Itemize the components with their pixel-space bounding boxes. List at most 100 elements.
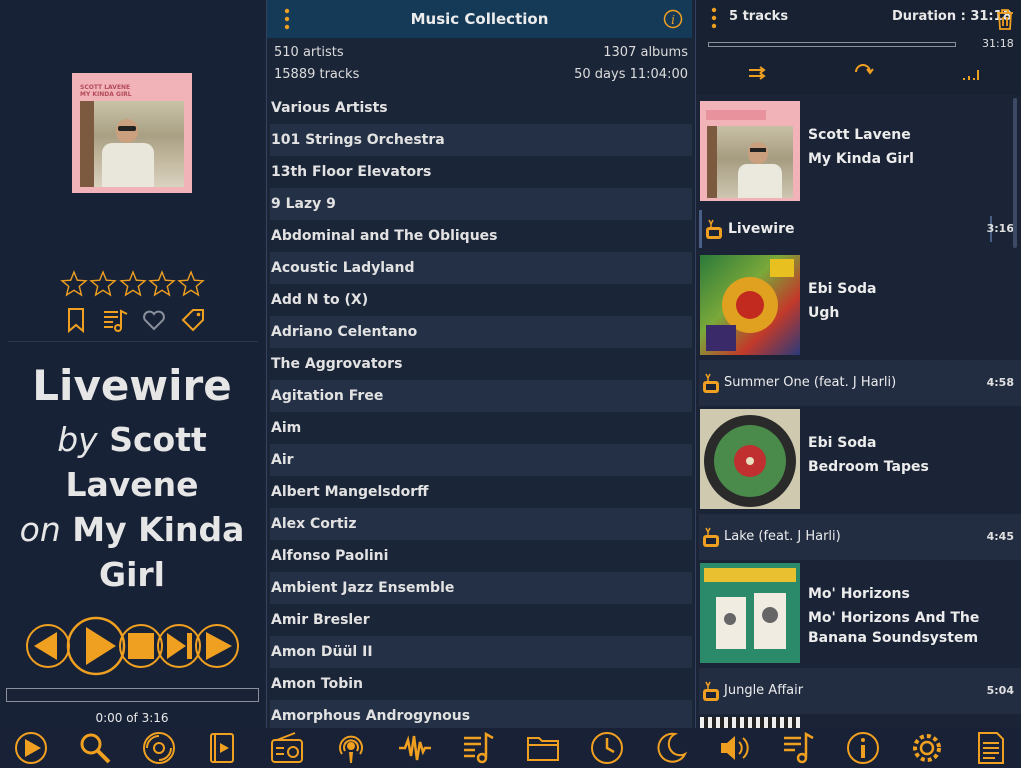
artist-row[interactable]: Add N to (X) bbox=[270, 284, 692, 316]
queue-album[interactable]: Ebi Soda Ugh bbox=[699, 252, 1021, 360]
playlist-add-icon[interactable] bbox=[101, 306, 129, 334]
youtube-icon bbox=[706, 219, 722, 239]
artist-row[interactable]: Air bbox=[270, 444, 692, 476]
trash-icon[interactable] bbox=[996, 8, 1014, 30]
previous-icon[interactable] bbox=[26, 624, 70, 668]
queue-track[interactable]: Summer One (feat. J Harli) 4:58 bbox=[699, 360, 1021, 406]
by-word: by bbox=[57, 420, 98, 459]
queue-artist: Ebi Soda bbox=[808, 281, 877, 297]
play-nav-icon[interactable] bbox=[13, 730, 49, 766]
queue-duration: Duration : 31:18 bbox=[892, 9, 1012, 24]
tag-icon[interactable] bbox=[179, 306, 207, 334]
queue-track-duration: 3:16 bbox=[986, 222, 1014, 235]
star-icon[interactable] bbox=[177, 270, 205, 298]
rating-stars bbox=[60, 270, 205, 300]
info-icon[interactable] bbox=[845, 730, 881, 766]
queue-bar-time: 31:18 bbox=[982, 37, 1014, 50]
queue-album-cover[interactable] bbox=[700, 563, 800, 663]
divider bbox=[8, 341, 258, 342]
artist-row[interactable]: Various Artists bbox=[270, 92, 692, 124]
collection-header: Music Collection i bbox=[267, 0, 692, 38]
queue-album-cover[interactable] bbox=[700, 409, 800, 509]
artist-row[interactable]: 13th Floor Elevators bbox=[270, 156, 692, 188]
document-icon[interactable] bbox=[973, 730, 1009, 766]
artist-row[interactable]: Alex Cortiz bbox=[270, 508, 692, 540]
playback-time: 0:00 of 3:16 bbox=[95, 711, 169, 725]
artist-row[interactable]: Aim bbox=[270, 412, 692, 444]
moon-icon[interactable] bbox=[653, 730, 689, 766]
queue-track-count: 5 tracks bbox=[729, 9, 789, 24]
artist-row[interactable]: Amir Bresler bbox=[270, 604, 692, 636]
playback-progress-bar[interactable] bbox=[6, 688, 259, 702]
star-icon[interactable] bbox=[89, 270, 118, 298]
search-icon[interactable] bbox=[77, 730, 113, 766]
queue-album-cover bbox=[700, 717, 800, 728]
video-icon[interactable] bbox=[205, 730, 241, 766]
on-word: on bbox=[19, 510, 61, 549]
album-count: 1307 albums bbox=[603, 45, 688, 60]
clock-icon[interactable] bbox=[589, 730, 625, 766]
podcast-icon[interactable] bbox=[333, 730, 369, 766]
queue-track-title: Summer One (feat. J Harli) bbox=[724, 375, 897, 390]
queue-panel: 5 tracks Duration : 31:18 31:18 Scott La… bbox=[695, 0, 1021, 728]
playlist-alt-icon[interactable] bbox=[781, 730, 817, 766]
sort-icon[interactable] bbox=[960, 62, 982, 84]
star-icon[interactable] bbox=[147, 270, 176, 298]
artist-row[interactable]: Amon Düül II bbox=[270, 636, 692, 668]
queue-album-title: Ugh bbox=[808, 305, 840, 321]
settings-icon[interactable] bbox=[909, 730, 945, 766]
queue-artist: Mo' Horizons bbox=[808, 586, 910, 602]
queue-scrollbar[interactable] bbox=[1013, 98, 1017, 248]
album-cover[interactable]: SCOTT LAVENE MY KINDA GIRL bbox=[72, 73, 192, 193]
artist-row[interactable]: Amorphous Androgynous bbox=[270, 700, 692, 728]
artist-row[interactable]: Albert Mangelsdorff bbox=[270, 476, 692, 508]
artist-row[interactable]: The Aggrovators bbox=[270, 348, 692, 380]
total-duration: 50 days 11:04:00 bbox=[574, 67, 688, 82]
repeat-icon[interactable] bbox=[852, 62, 874, 84]
now-playing-album[interactable]: My Kinda Girl bbox=[72, 510, 244, 594]
artist-row[interactable]: Abdominal and The Obliques bbox=[270, 220, 692, 252]
artist-row[interactable]: Acoustic Ladyland bbox=[270, 252, 692, 284]
disc-icon[interactable] bbox=[141, 730, 177, 766]
queue-album-title: Bedroom Tapes bbox=[808, 459, 929, 475]
artist-row[interactable]: Agitation Free bbox=[270, 380, 692, 412]
queue-track[interactable]: Lake (feat. J Harli) 4:45 bbox=[699, 514, 1021, 560]
play-icon[interactable] bbox=[66, 616, 126, 676]
collection-menu-icon[interactable] bbox=[281, 8, 293, 30]
queue-artist: Scott Lavene bbox=[808, 127, 911, 143]
queue-list[interactable]: Scott Lavene My Kinda Girl Livewire 3:16 Ebi… bbox=[699, 98, 1021, 728]
queue-album[interactable]: Mo' Horizons Mo' Horizons And The Banana … bbox=[699, 560, 1021, 668]
star-icon[interactable] bbox=[118, 270, 147, 298]
waveform-icon[interactable] bbox=[397, 730, 433, 766]
heart-icon[interactable] bbox=[140, 306, 168, 334]
now-playing-title: Livewire bbox=[32, 361, 232, 410]
radio-icon[interactable] bbox=[269, 730, 305, 766]
queue-album[interactable]: Scott Lavene My Kinda Girl bbox=[699, 98, 1021, 206]
playlist-icon[interactable] bbox=[461, 730, 497, 766]
queue-album[interactable]: Ebi Soda Bedroom Tapes bbox=[699, 406, 1021, 514]
next-track-icon[interactable] bbox=[157, 624, 201, 668]
folder-icon[interactable] bbox=[525, 730, 561, 766]
artist-row[interactable]: Adriano Celentano bbox=[270, 316, 692, 348]
volume-icon[interactable] bbox=[717, 730, 753, 766]
queue-album-cover[interactable] bbox=[700, 101, 800, 201]
artist-row[interactable]: 9 Lazy 9 bbox=[270, 188, 692, 220]
bookmark-icon[interactable] bbox=[62, 306, 90, 334]
artist-row[interactable]: Amon Tobin bbox=[270, 668, 692, 700]
stop-icon[interactable] bbox=[119, 624, 163, 668]
collection-info-icon[interactable]: i bbox=[663, 9, 683, 29]
queue-menu-icon[interactable] bbox=[708, 7, 720, 29]
artist-row[interactable]: 101 Strings Orchestra bbox=[270, 124, 692, 156]
next-icon[interactable] bbox=[195, 624, 239, 668]
youtube-icon bbox=[703, 373, 719, 393]
queue-track[interactable]: Jungle Affair 5:04 bbox=[699, 668, 1021, 714]
collection-title: Music Collection bbox=[410, 10, 549, 28]
queue-track[interactable]: Livewire 3:16 bbox=[699, 206, 1021, 252]
queue-album-cover[interactable] bbox=[700, 255, 800, 355]
bottom-navigation bbox=[0, 728, 1021, 768]
shuffle-icon[interactable] bbox=[746, 62, 768, 84]
star-icon[interactable] bbox=[60, 270, 88, 298]
artist-row[interactable]: Alfonso Paolini bbox=[270, 540, 692, 572]
artist-row[interactable]: Ambient Jazz Ensemble bbox=[270, 572, 692, 604]
artist-list[interactable]: Various Artists 101 Strings Orchestra 13th… bbox=[270, 92, 692, 728]
